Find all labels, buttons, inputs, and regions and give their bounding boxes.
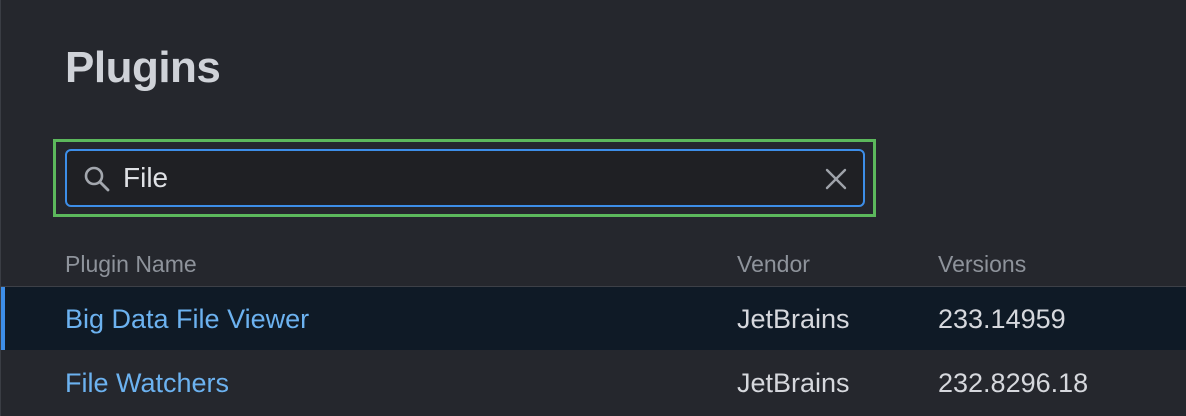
page-title: Plugins <box>65 43 221 92</box>
plugin-name-link[interactable]: Big Data File Viewer <box>65 303 309 335</box>
plugins-panel: Plugins Plugin Name Vendor Versions Big … <box>0 0 1186 416</box>
vendor-cell: JetBrains <box>737 367 850 398</box>
vendor-cell: JetBrains <box>737 303 850 334</box>
plugin-name-link[interactable]: File Watchers <box>65 367 229 399</box>
close-icon[interactable] <box>823 166 849 192</box>
column-header-plugin-name[interactable]: Plugin Name <box>65 250 197 278</box>
version-cell: 233.14959 <box>938 303 1066 334</box>
table-row[interactable]: File Watchers JetBrains 232.8296.18 <box>1 351 1186 414</box>
search-box[interactable] <box>65 149 865 207</box>
search-icon <box>84 166 110 192</box>
table-row[interactable]: Big Data File Viewer JetBrains 233.14959 <box>1 287 1186 350</box>
search-input[interactable] <box>123 157 803 199</box>
version-cell: 232.8296.18 <box>938 367 1089 398</box>
column-header-versions[interactable]: Versions <box>938 250 1026 278</box>
column-header-vendor[interactable]: Vendor <box>737 250 810 278</box>
